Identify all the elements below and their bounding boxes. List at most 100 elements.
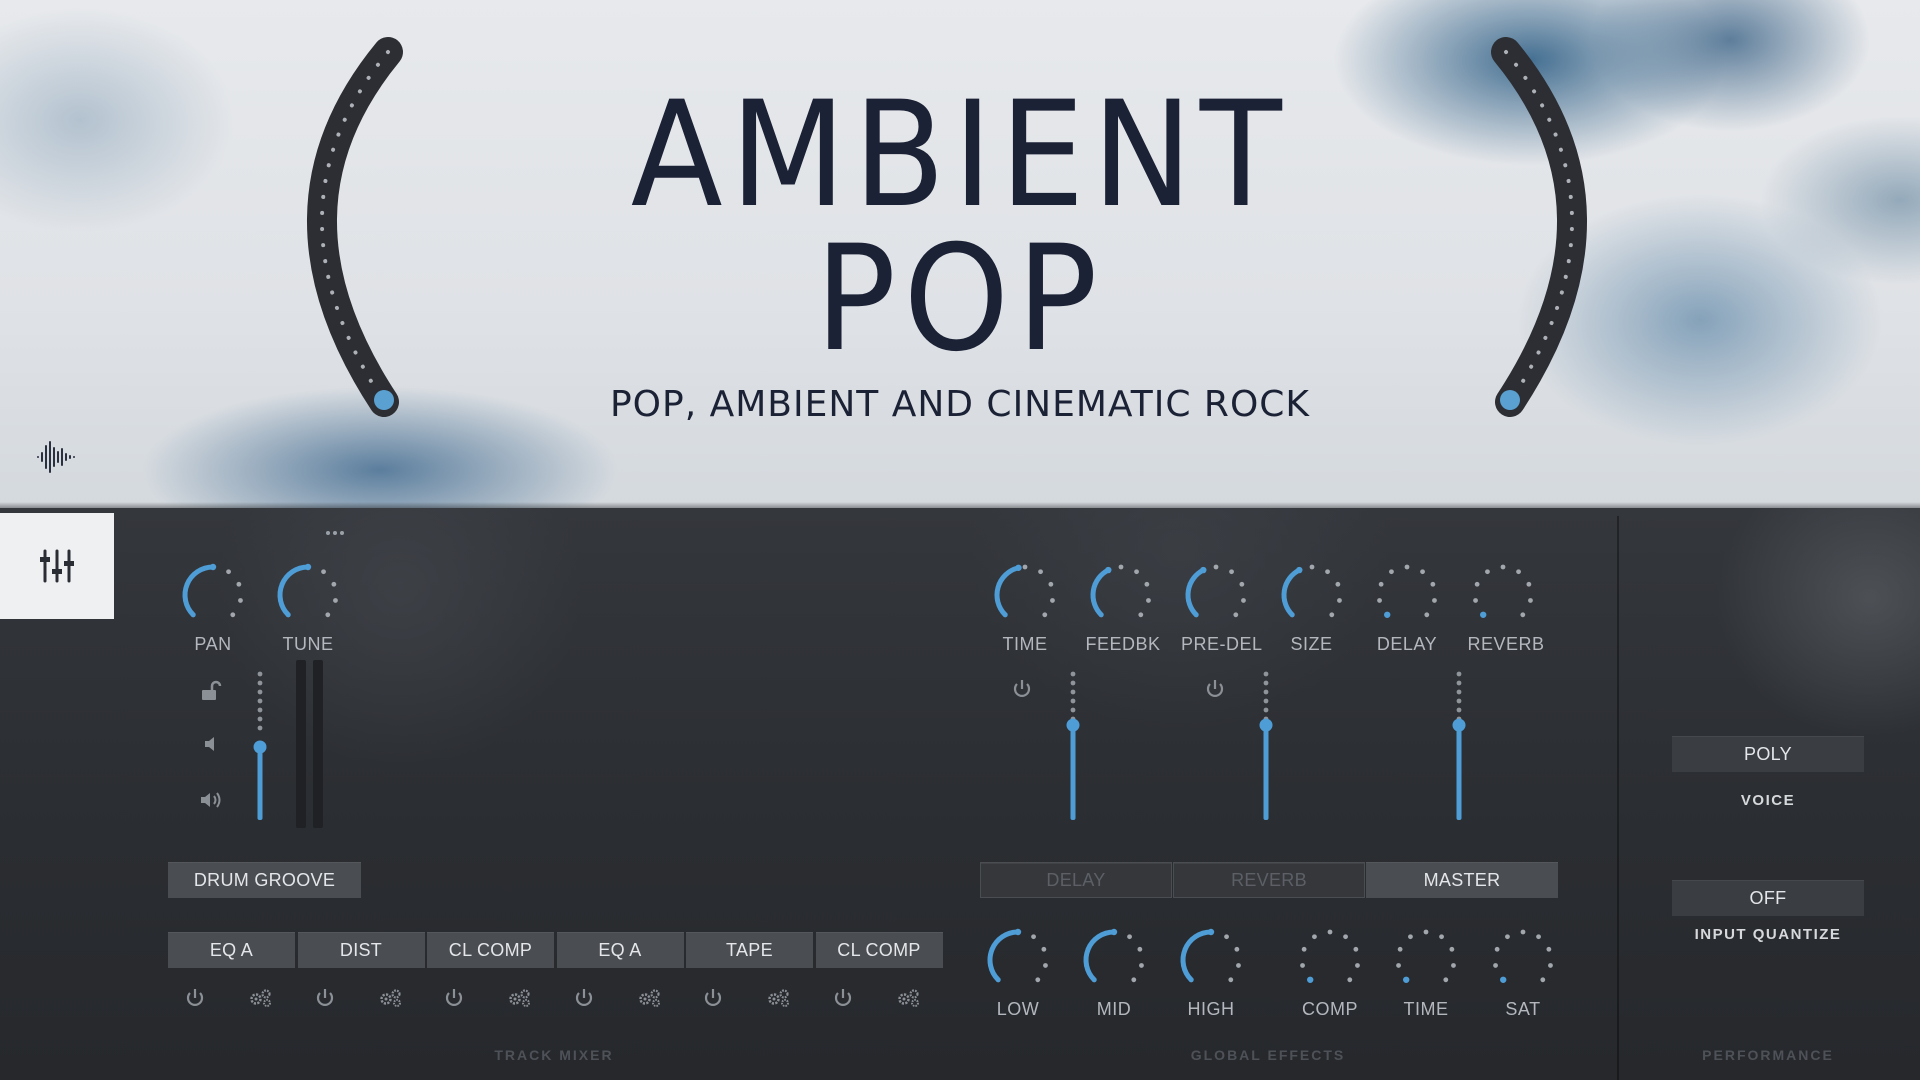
fader-tick	[257, 671, 263, 677]
knob-tick	[1451, 963, 1456, 968]
knob-tick	[1493, 963, 1498, 968]
unlock-icon[interactable]	[198, 680, 222, 702]
header-banner: AMBIENT POP POP, AMBIENT AND CINEMATIC R…	[0, 0, 1920, 508]
effect-slot-button[interactable]: CL COMP	[427, 932, 554, 968]
delay-send-fader[interactable]	[1063, 664, 1083, 828]
pan-knob[interactable]: PAN	[178, 560, 248, 655]
knob-dial[interactable]	[1468, 560, 1538, 630]
knob-tick	[1328, 612, 1334, 618]
fader-handle[interactable]	[253, 740, 267, 754]
master-fx-knob[interactable]: COMP	[1295, 925, 1365, 1020]
tab-delay[interactable]: DELAY	[980, 862, 1172, 898]
speaker-high-icon[interactable]	[199, 790, 225, 810]
fader-tick	[1263, 680, 1269, 686]
master-fx-knob[interactable]: HIGH	[1176, 925, 1246, 1020]
waveform-icon[interactable]	[36, 440, 76, 474]
knob-dial[interactable]	[1391, 925, 1461, 995]
tab-reverb[interactable]: REVERB	[1173, 862, 1365, 898]
global-fx-knob[interactable]: SIZE	[1277, 560, 1347, 655]
effect-slot-button[interactable]: CL COMP	[815, 932, 943, 968]
fader-handle[interactable]	[1259, 718, 1273, 732]
effect-slot-button[interactable]: DIST	[297, 932, 425, 968]
knob-pointer	[1307, 976, 1314, 983]
knob-dial[interactable]	[178, 560, 248, 630]
knob-tick	[1500, 564, 1505, 570]
knob-tick	[1536, 934, 1541, 940]
knob-tick	[1378, 581, 1384, 587]
power-icon[interactable]	[443, 987, 465, 1009]
drum-groove-button[interactable]: DRUM GROOVE	[168, 862, 361, 898]
knob-dial[interactable]	[1079, 925, 1149, 995]
gears-icon[interactable]	[248, 987, 274, 1009]
track-volume-fader[interactable]	[250, 664, 270, 828]
global-fx-knob[interactable]: TIME	[990, 560, 1060, 655]
power-icon[interactable]	[832, 987, 854, 1009]
knob-tick	[1484, 569, 1490, 575]
knob-dial[interactable]	[273, 560, 343, 630]
ellipsis-icon[interactable]	[324, 529, 346, 537]
gears-icon[interactable]	[896, 987, 922, 1009]
knob-label: SIZE	[1290, 634, 1333, 654]
delay-power-icon[interactable]	[1011, 678, 1033, 700]
fader-tick	[1456, 707, 1462, 713]
effect-slot-button[interactable]: EQ A	[168, 932, 295, 968]
master-fx-knob[interactable]: MID	[1079, 925, 1149, 1020]
knob-tick	[1424, 612, 1430, 618]
knob-tick	[1420, 569, 1425, 575]
mixer-tab[interactable]	[0, 513, 114, 619]
knob-tick	[1397, 946, 1403, 952]
knob-tick	[1309, 564, 1314, 570]
global-fx-knob[interactable]: REVERB	[1468, 560, 1544, 655]
master-fx-knob[interactable]: LOW	[983, 925, 1053, 1020]
knob-pointer	[1014, 928, 1022, 936]
gears-icon[interactable]	[637, 987, 663, 1009]
knob-dial[interactable]	[990, 560, 1060, 630]
power-icon[interactable]	[184, 987, 206, 1009]
knob-dial[interactable]	[1181, 560, 1251, 630]
master-fader[interactable]	[1449, 664, 1469, 828]
global-fx-knob[interactable]: PRE-DEL	[1181, 560, 1262, 655]
fader-handle[interactable]	[1066, 718, 1080, 732]
input-quantize-button[interactable]: OFF	[1672, 880, 1864, 916]
reverb-power-icon[interactable]	[1204, 678, 1226, 700]
knob-dial[interactable]	[1372, 560, 1442, 630]
knob-pointer	[1110, 928, 1118, 936]
speaker-low-icon[interactable]	[202, 735, 222, 753]
tune-knob[interactable]: TUNE	[273, 560, 343, 655]
voice-mode-button[interactable]: POLY	[1672, 736, 1864, 772]
fader-tick	[257, 725, 263, 731]
power-icon[interactable]	[702, 987, 724, 1009]
gears-icon[interactable]	[507, 987, 533, 1009]
knob-dial[interactable]	[1488, 925, 1558, 995]
knob-tick	[1519, 612, 1525, 618]
power-icon[interactable]	[573, 987, 595, 1009]
effect-slot-button[interactable]: TAPE	[686, 932, 813, 968]
knob-pointer	[1200, 566, 1207, 574]
gears-icon[interactable]	[378, 987, 404, 1009]
power-icon[interactable]	[314, 987, 336, 1009]
knob-pointer	[1104, 566, 1111, 574]
master-fx-knob[interactable]: SAT	[1488, 925, 1558, 1020]
knob-tick	[1525, 581, 1531, 587]
knob-dial[interactable]	[1086, 560, 1156, 630]
tab-master[interactable]: MASTER	[1366, 862, 1558, 898]
knob-tick	[1048, 581, 1054, 587]
fader-handle[interactable]	[1452, 718, 1466, 732]
knob-tick	[1239, 581, 1245, 587]
knob-dial[interactable]	[1176, 925, 1246, 995]
knob-label: TIME	[1002, 634, 1048, 654]
knob-pointer	[209, 563, 217, 571]
knob-dial[interactable]	[1277, 560, 1347, 630]
fader-tick	[1456, 680, 1462, 686]
master-fx-knob[interactable]: TIME	[1391, 925, 1461, 1020]
effect-slot-button[interactable]: EQ A	[556, 932, 684, 968]
fader-tick	[257, 698, 263, 704]
knob-tick	[1324, 569, 1330, 575]
knob-dial[interactable]	[1295, 925, 1365, 995]
reverb-send-fader[interactable]	[1256, 664, 1276, 828]
global-effects-label: GLOBAL EFFECTS	[1190, 1047, 1346, 1063]
knob-dial[interactable]	[983, 925, 1053, 995]
global-fx-knob[interactable]: DELAY	[1372, 560, 1442, 655]
gears-icon[interactable]	[766, 987, 792, 1009]
global-fx-knob[interactable]: FEEDBK	[1086, 560, 1160, 655]
